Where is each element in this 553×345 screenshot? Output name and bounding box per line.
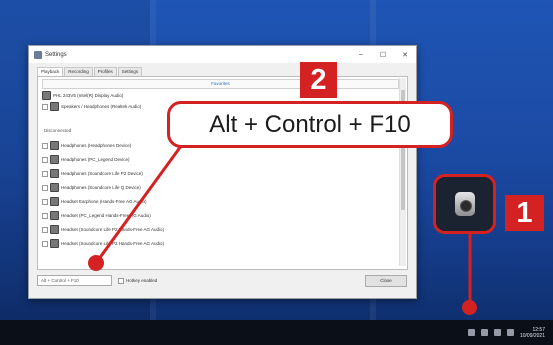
hotkey-callout: Alt + Control + F10 [167,101,453,148]
annotation-lines [94,145,472,306]
step-badge-2: 2 [300,62,337,98]
speaker-tray-icon [454,192,475,216]
callout-text: Alt + Control + F10 [209,110,411,138]
pointer-dot-tray [462,300,477,315]
pointer-dot-hotkey [88,255,104,271]
tray-zoom-callout [433,174,496,234]
step-badge-1: 1 [505,195,544,231]
